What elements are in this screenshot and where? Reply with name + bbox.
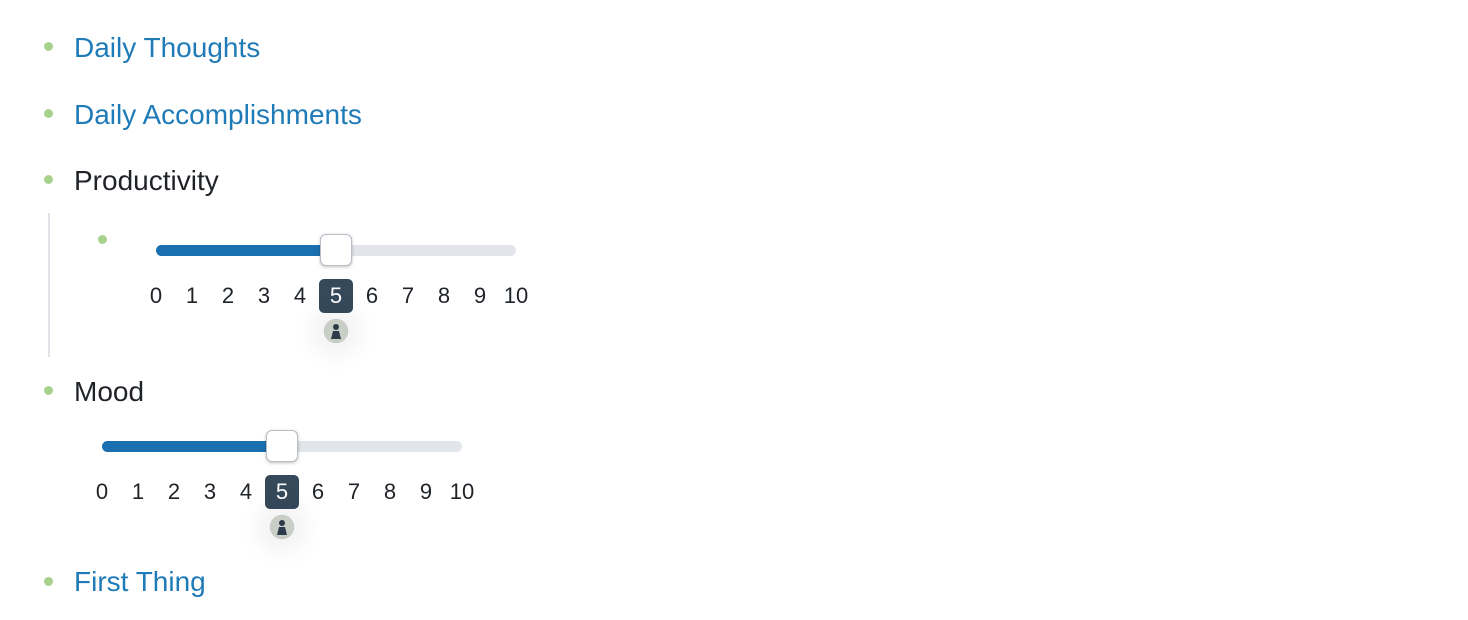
slider-tick-4[interactable]: 4 (282, 279, 318, 313)
slider-tick-2[interactable]: 2 (210, 279, 246, 313)
slider-ticks: 0 1 2 3 4 5 6 7 8 9 10 (150, 279, 556, 313)
indent-guide (48, 213, 50, 357)
slider-tick-0[interactable]: 0 (138, 279, 174, 313)
slider-thumb[interactable] (266, 430, 298, 462)
user-avatar-icon (270, 515, 294, 539)
slider-tick-6[interactable]: 6 (300, 475, 336, 509)
slider-tick-1[interactable]: 1 (120, 475, 156, 509)
slider-tick-10[interactable]: 10 (498, 279, 534, 313)
slider-tick-1[interactable]: 1 (174, 279, 210, 313)
mood-slider[interactable]: 0 1 2 3 4 5 6 7 8 9 10 (96, 409, 492, 539)
slider-tick-7[interactable]: 7 (336, 475, 372, 509)
slider-tick-3[interactable]: 3 (246, 279, 282, 313)
slider-tick-2[interactable]: 2 (156, 475, 192, 509)
productivity-label[interactable]: Productivity (74, 164, 219, 198)
daily-thoughts-link[interactable]: Daily Thoughts (74, 31, 260, 65)
bullet-icon[interactable] (44, 577, 53, 586)
daily-accomplishments-link[interactable]: Daily Accomplishments (74, 98, 362, 132)
slider-fill (156, 245, 336, 256)
mood-label[interactable]: Mood (74, 375, 144, 409)
slider-fill (102, 441, 282, 452)
productivity-slider[interactable]: 0 1 2 3 4 5 6 7 8 9 10 (150, 213, 546, 343)
slider-tick-10[interactable]: 10 (444, 475, 480, 509)
slider-tick-4[interactable]: 4 (228, 475, 264, 509)
bullet-icon[interactable] (98, 235, 107, 244)
slider-tick-6[interactable]: 6 (354, 279, 390, 313)
slider-tick-5[interactable]: 5 (265, 475, 299, 509)
slider-tick-0[interactable]: 0 (84, 475, 120, 509)
slider-tick-7[interactable]: 7 (390, 279, 426, 313)
slider-tick-9[interactable]: 9 (462, 279, 498, 313)
slider-tick-8[interactable]: 8 (372, 475, 408, 509)
slider-tick-5[interactable]: 5 (319, 279, 353, 313)
slider-thumb[interactable] (320, 234, 352, 266)
bullet-icon[interactable] (44, 175, 53, 184)
slider-tick-8[interactable]: 8 (426, 279, 462, 313)
first-thing-link[interactable]: First Thing (74, 565, 206, 599)
user-avatar-icon (324, 319, 348, 343)
bullet-icon[interactable] (44, 386, 53, 395)
bullet-icon[interactable] (44, 42, 53, 51)
bullet-icon[interactable] (44, 109, 53, 118)
slider-tick-9[interactable]: 9 (408, 475, 444, 509)
slider-tick-3[interactable]: 3 (192, 475, 228, 509)
slider-ticks: 0 1 2 3 4 5 6 7 8 9 10 (96, 475, 502, 509)
